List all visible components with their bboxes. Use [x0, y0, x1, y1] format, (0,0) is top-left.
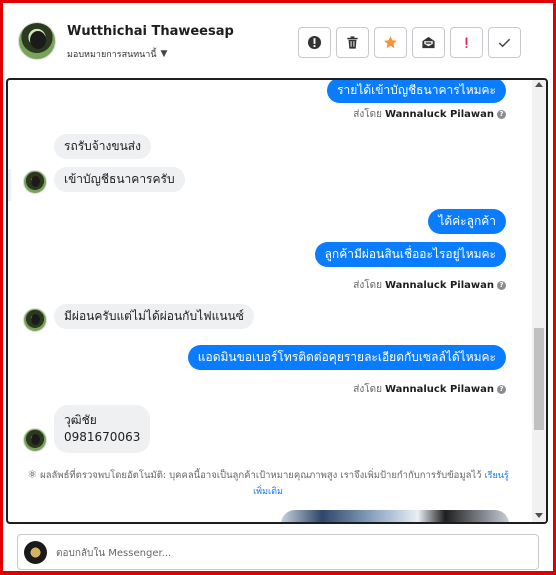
scrollbar-track[interactable] [532, 80, 546, 522]
scroll-up-arrow-icon[interactable] [535, 82, 543, 87]
message-line: 0981670063 [64, 430, 141, 444]
message-thread[interactable]: รายได้เข้าบัญชีธนาคารไหมคะ ส่งโดย Wannal… [6, 78, 548, 524]
message-incoming: เข้าบัญชีธนาคารครับ [54, 167, 185, 192]
sent-by-prefix: ส่งโดย [353, 280, 382, 291]
auto-detection-note: ⚛ ผลลัพธ์ที่ตรวจพบโดยอัตโนมัติ: บุคคลนี้อ… [23, 467, 513, 500]
trash-icon [347, 36, 358, 49]
contact-name[interactable]: Wutthichai Thaweesap [67, 24, 234, 39]
sent-by-meta: ส่งโดย Wannaluck Pilawan ? [353, 107, 506, 122]
contact-avatar-small [23, 170, 47, 194]
message-outgoing: แอดมินขอเบอร์โทรติดต่อคุยรายละเอียดกับเซ… [187, 345, 506, 370]
scrollbar-thumb[interactable] [534, 328, 544, 430]
image-attachment-preview[interactable] [281, 510, 509, 522]
assign-label: มอบหมายการสนทนานี้ [67, 50, 157, 60]
alert-circle-icon [307, 35, 322, 50]
auto-note-title: ผลลัพธ์ที่ตรวจพบโดยอัตโนมัติ: [40, 470, 167, 481]
mark-done-button[interactable] [488, 27, 521, 58]
action-toolbar [298, 27, 521, 58]
sender-name: Wannaluck Pilawan [384, 384, 494, 395]
sent-by-meta: ส่งโดย Wannaluck Pilawan ? [353, 382, 506, 397]
message-outgoing: รายได้เข้าบัญชีธนาคารไหมคะ [327, 80, 506, 103]
help-icon[interactable]: ? [497, 385, 506, 394]
message-incoming-multiline: วุฒิชัย 0981670063 [54, 405, 151, 453]
reply-input[interactable] [56, 543, 526, 563]
message-marker [8, 169, 11, 201]
check-icon [498, 38, 511, 48]
envelope-open-icon [422, 36, 435, 49]
star-icon [384, 36, 397, 49]
atom-icon: ⚛ [27, 468, 38, 481]
reply-composer [17, 534, 539, 570]
sender-name: Wannaluck Pilawan [384, 109, 494, 120]
sent-by-meta: ส่งโดย Wannaluck Pilawan ? [353, 278, 506, 293]
sent-by-prefix: ส่งโดย [353, 384, 382, 395]
star-button[interactable] [374, 27, 407, 58]
sent-by-prefix: ส่งโดย [353, 109, 382, 120]
help-icon[interactable]: ? [497, 281, 506, 290]
contact-avatar-small [23, 308, 47, 332]
conversation-header: Wutthichai Thaweesap มอบหมายการสนทนานี้ … [3, 3, 553, 75]
caret-down-icon: ▼ [160, 49, 168, 59]
contact-avatar-small [23, 428, 47, 452]
mark-spam-button[interactable] [298, 27, 331, 58]
message-outgoing: ลูกค้ามีผ่อนสินเชื่ออะไรอยู่ไหมคะ [314, 242, 506, 267]
contact-avatar[interactable] [18, 22, 56, 60]
assign-conversation-dropdown[interactable]: มอบหมายการสนทนานี้ ▼ [67, 47, 167, 61]
mark-unread-button[interactable] [412, 27, 445, 58]
delete-button[interactable] [336, 27, 369, 58]
scroll-down-arrow-icon[interactable] [535, 513, 543, 518]
auto-note-text: บุคคลนี้อาจเป็นลูกค้าเป้าหมายคุณภาพสูง เ… [169, 470, 482, 481]
exclamation-icon [465, 37, 468, 48]
help-icon[interactable]: ? [497, 110, 506, 119]
message-incoming: มีผ่อนครับแต่ไม่ได้ผ่อนกับไฟแนนซ์ [54, 304, 254, 329]
page-avatar [24, 541, 47, 564]
sender-name: Wannaluck Pilawan [384, 280, 494, 291]
follow-up-button[interactable] [450, 27, 483, 58]
message-line: วุฒิชัย [64, 413, 97, 427]
message-incoming: รถรับจ้างขนส่ง [54, 134, 151, 159]
message-outgoing: ได้ค่ะลูกค้า [428, 209, 506, 234]
